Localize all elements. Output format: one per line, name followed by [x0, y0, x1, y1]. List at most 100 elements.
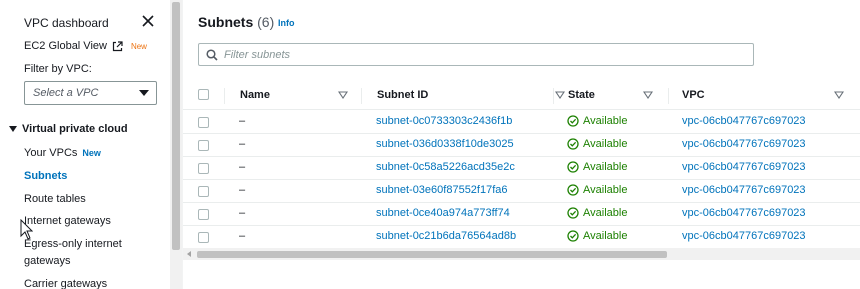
table-row[interactable]: – subnet-036d0338f10de3025 Available vpc… [183, 134, 860, 157]
subnet-id-link[interactable]: subnet-0ce40a974a773ff74 [376, 207, 510, 219]
state-label: Available [583, 207, 628, 219]
row-checkbox[interactable] [198, 186, 209, 197]
navigation-sidebar: VPC dashboard EC2 Global View New Filter… [0, 0, 170, 289]
subnet-id-link[interactable]: subnet-0c0733303c2436f1b [376, 115, 512, 127]
state-label: Available [583, 184, 628, 196]
state-cell: Available [567, 207, 627, 219]
mouse-cursor-icon [20, 219, 33, 240]
check-circle-icon [567, 207, 579, 219]
state-cell: Available [567, 184, 627, 196]
sidebar-item-carrier-gateways[interactable]: Carrier gateways [24, 276, 107, 289]
caret-down-icon [139, 90, 149, 96]
sort-icon[interactable] [338, 90, 348, 100]
name-cell: – [239, 138, 246, 150]
column-divider [668, 88, 669, 104]
column-header-vpc[interactable]: VPC [682, 89, 705, 101]
state-label: Available [583, 115, 628, 127]
sort-icon[interactable] [643, 90, 653, 100]
subnet-id-link[interactable]: subnet-03e60f87552f17fa6 [376, 184, 508, 196]
table-row[interactable]: – subnet-0ce40a974a773ff74 Available vpc… [183, 203, 860, 226]
sidebar-item-label: Carrier gateways [24, 278, 108, 289]
column-header-name[interactable]: Name [240, 89, 270, 101]
table-row[interactable]: – subnet-0c0733303c2436f1b Available vpc… [183, 111, 860, 134]
select-all-checkbox[interactable] [198, 89, 209, 100]
section-title: Virtual private cloud [22, 123, 128, 135]
vpc-filter-select[interactable]: Select a VPC [24, 81, 157, 105]
scroll-left-arrow-icon[interactable] [187, 251, 191, 257]
subnet-filter [198, 43, 754, 66]
vpc-link[interactable]: vpc-06cb047767c697023 [682, 161, 806, 173]
row-checkbox[interactable] [198, 163, 209, 174]
external-link-icon [112, 40, 123, 51]
table-header: Name Subnet ID State VPC [183, 81, 860, 110]
sidebar-item-label: Internet gateways [24, 215, 111, 227]
column-header-subnet-id[interactable]: Subnet ID [377, 89, 428, 101]
column-divider [553, 88, 554, 104]
subnet-id-link[interactable]: subnet-036d0338f10de3025 [376, 138, 514, 150]
new-badge: New [82, 148, 101, 158]
name-cell: – [239, 161, 246, 173]
column-header-state[interactable]: State [568, 89, 595, 101]
sort-icon[interactable] [834, 90, 844, 100]
column-divider [361, 88, 362, 104]
name-cell: – [239, 230, 246, 242]
close-icon[interactable] [141, 14, 155, 28]
subnet-id-link[interactable]: subnet-0c58a5226acd35e2c [376, 161, 515, 173]
table-row[interactable]: – subnet-03e60f87552f17fa6 Available vpc… [183, 180, 860, 203]
sidebar-item-internet-gateways[interactable]: Internet gateways [24, 213, 111, 230]
vpc-link[interactable]: vpc-06cb047767c697023 [682, 184, 806, 196]
caret-down-icon [9, 126, 17, 132]
check-circle-icon [567, 161, 579, 173]
sidebar-item-label: Subnets [24, 170, 68, 182]
sidebar-item-your-vpcs[interactable]: Your VPCs New [24, 145, 101, 162]
vpc-link[interactable]: vpc-06cb047767c697023 [682, 115, 806, 127]
new-badge: New [130, 41, 147, 51]
sidebar-item-label: Egress-only internet gateways [24, 238, 122, 267]
row-checkbox[interactable] [198, 209, 209, 220]
row-checkbox[interactable] [198, 117, 209, 128]
table-row[interactable]: – subnet-0c58a5226acd35e2c Available vpc… [183, 157, 860, 180]
state-cell: Available [567, 161, 627, 173]
state-cell: Available [567, 230, 627, 242]
check-circle-icon [567, 184, 579, 196]
vpc-link[interactable]: vpc-06cb047767c697023 [682, 207, 806, 219]
name-cell: – [239, 115, 246, 127]
check-circle-icon [567, 230, 579, 242]
search-icon [206, 49, 218, 61]
sidebar-item-subnets[interactable]: Subnets [24, 168, 67, 185]
page-title: Subnets (6) [198, 14, 274, 30]
vpc-link[interactable]: vpc-06cb047767c697023 [682, 230, 806, 242]
ec2-global-view-link[interactable]: EC2 Global View New [24, 40, 147, 52]
sort-icon[interactable] [555, 90, 565, 100]
check-circle-icon [567, 115, 579, 127]
name-cell: – [239, 207, 246, 219]
virtual-private-cloud-section[interactable]: Virtual private cloud [9, 123, 128, 135]
subnet-count: (6) [257, 14, 275, 30]
sidebar-item-label: Your VPCs [24, 147, 78, 159]
sidebar-item-label: Route tables [24, 193, 86, 205]
sidebar-item-route-tables[interactable]: Route tables [24, 191, 86, 208]
table-row[interactable]: – subnet-0c21b6da76564ad8b Available vpc… [183, 226, 860, 249]
subnet-id-link[interactable]: subnet-0c21b6da76564ad8b [376, 230, 516, 242]
state-cell: Available [567, 138, 627, 150]
state-cell: Available [567, 115, 627, 127]
state-label: Available [583, 230, 628, 242]
vpc-dashboard-link[interactable]: VPC dashboard [24, 16, 109, 30]
column-divider [224, 88, 225, 104]
ec2-global-view-label: EC2 Global View [24, 40, 107, 52]
name-cell: – [239, 184, 246, 196]
check-circle-icon [567, 138, 579, 150]
row-checkbox[interactable] [198, 232, 209, 243]
sidebar-scrollbar-thumb[interactable] [172, 2, 180, 250]
filter-by-vpc-label: Filter by VPC: [24, 63, 92, 75]
vpc-link[interactable]: vpc-06cb047767c697023 [682, 138, 806, 150]
vpc-filter-value: Select a VPC [33, 87, 99, 99]
row-checkbox[interactable] [198, 140, 209, 151]
info-link[interactable]: Info [278, 18, 295, 28]
horizontal-scrollbar-thumb[interactable] [197, 251, 667, 258]
subnets-panel: Subnets (6) Info Name Subnet ID State VP… [183, 0, 860, 289]
page-title-text: Subnets [198, 14, 254, 30]
filter-subnets-input[interactable] [224, 46, 744, 63]
state-label: Available [583, 138, 628, 150]
sidebar-item-egress-only-internet-gateways[interactable]: Egress-only internet gateways [24, 236, 144, 270]
